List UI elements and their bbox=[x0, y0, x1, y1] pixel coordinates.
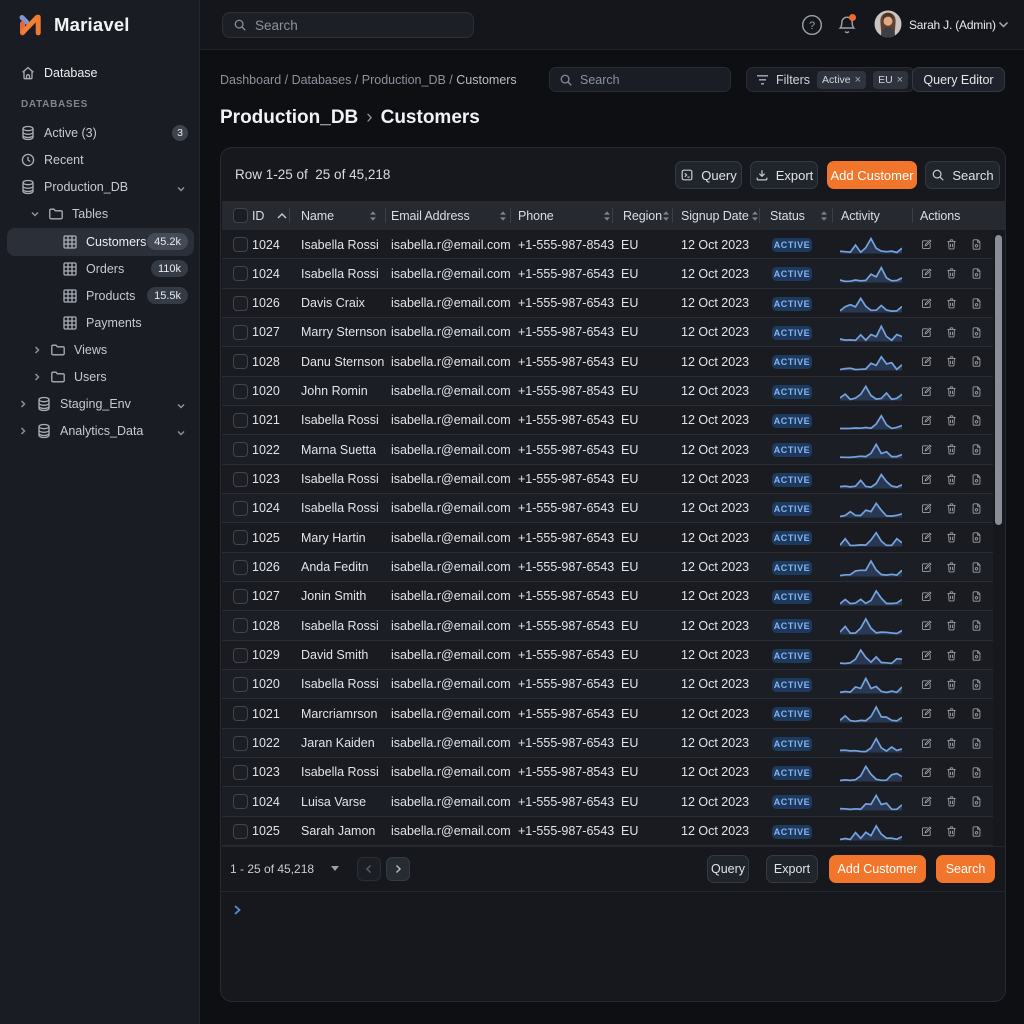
svg-text:?: ? bbox=[809, 20, 815, 32]
